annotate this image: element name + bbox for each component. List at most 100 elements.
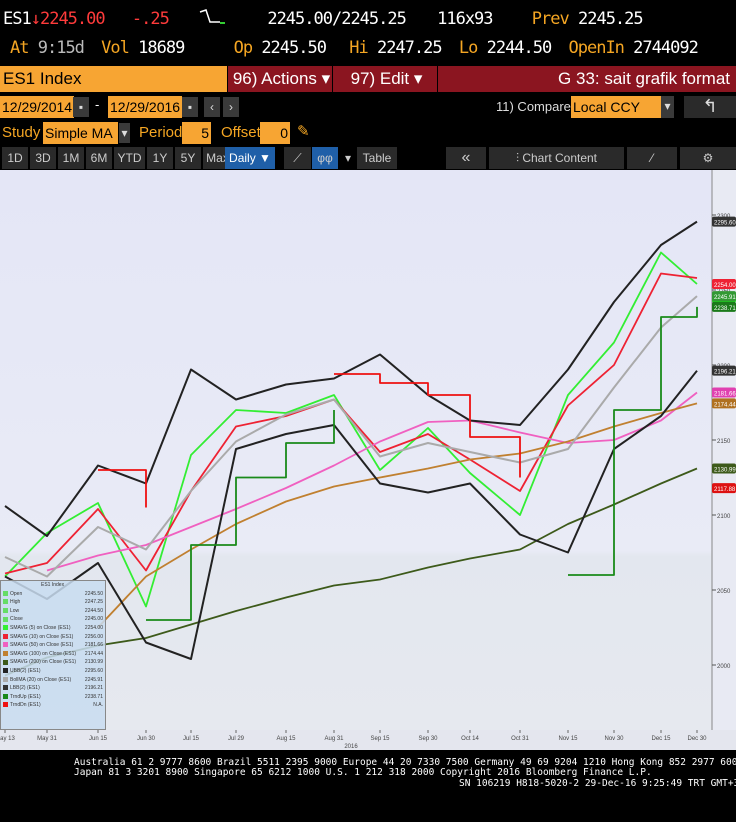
edit-menu[interactable]: 97) Edit ▾ — [333, 66, 437, 92]
legend-label: LBB(2) (ES1) — [10, 685, 40, 692]
legend-row[interactable]: SMAVG (5) on Close (ES1) 2254.00 — [1, 624, 105, 633]
x-tick-label: Aug 31 — [324, 736, 344, 742]
x-tick-label: Nov 30 — [604, 736, 624, 742]
x-tick-label: Jun 15 — [89, 736, 108, 742]
edit-label: 97) Edit — [350, 69, 410, 88]
back-arrow-icon[interactable]: ↰ — [684, 96, 736, 118]
low-label: Lo — [458, 38, 479, 58]
compare-label: 11) Compare — [496, 99, 571, 114]
period-button-3d[interactable]: 3D — [30, 147, 56, 169]
period-input[interactable]: 5 — [182, 122, 211, 144]
legend-value: 2181.66 — [84, 642, 103, 649]
chevron-down-icon[interactable]: ▾ — [119, 123, 130, 143]
legend-row[interactable]: SMAVG (50) on Close (ES1) 2181.66 — [1, 641, 105, 650]
legend-row[interactable]: SMAVG (100) on Close (ES1) 2174.44 — [1, 650, 105, 659]
legend-swatch — [3, 650, 8, 656]
line-chart-icon[interactable]: ⟋ — [284, 147, 311, 169]
x-tick-label: May 13 — [0, 736, 15, 742]
frequency-select[interactable]: Daily ▼ — [225, 147, 275, 169]
offset-label: Offset — [221, 124, 261, 141]
calendar-icon[interactable]: ▪ — [73, 97, 89, 117]
y-axis-area — [712, 170, 736, 730]
legend-swatch — [3, 685, 8, 691]
pencil-icon[interactable]: ✎ — [297, 122, 310, 140]
legend-row[interactable]: SMAVG (200) on Close (ES1) 2130.99 — [1, 658, 105, 667]
collapse-button[interactable]: « — [446, 147, 486, 169]
legend-swatch — [3, 642, 8, 648]
quote-line-1: ES1↓2245.00 -.25 2245.00/2245.25 116x93 … — [3, 8, 644, 29]
x-tick-label: Dec 30 — [687, 736, 707, 742]
price-tag-label: 2238.71 — [714, 306, 736, 312]
price-chart[interactable]: 2000205021002150220022502300May 13May 31… — [0, 170, 736, 750]
start-date-input[interactable]: 12/29/2014 — [0, 96, 75, 118]
x-tick-label: Sep 15 — [370, 736, 390, 742]
end-date-input[interactable]: 12/29/2016 — [108, 96, 183, 118]
table-button[interactable]: Table — [357, 147, 397, 169]
legend-row[interactable]: Open 2245.50 — [1, 590, 105, 599]
bid-ask: 2245.00/2245.25 — [267, 9, 407, 29]
period-button-ytd[interactable]: YTD — [114, 147, 145, 169]
period-button-5y[interactable]: 5Y — [175, 147, 201, 169]
y-tick-label: 2050 — [717, 589, 731, 595]
legend-value: 2130.99 — [84, 659, 103, 666]
annotate-icon[interactable]: ⁄ — [627, 147, 677, 169]
chevron-down-icon[interactable]: ▾ — [661, 96, 674, 118]
legend-swatch — [3, 607, 8, 613]
open-label: Op — [233, 38, 254, 58]
offset-input[interactable]: 0 — [260, 122, 290, 144]
legend-row[interactable]: BollMA (20) on Close (ES1) 2245.91 — [1, 676, 105, 685]
x-tick-label: Jun 30 — [137, 736, 156, 742]
price-tag-label: 2254.00 — [714, 283, 736, 289]
y-tick-label: 2150 — [717, 439, 731, 445]
legend-label: SMAVG (100) on Close (ES1) — [10, 650, 77, 657]
legend-row[interactable]: TrndDn (ES1) N.A. — [1, 701, 105, 710]
legend-row[interactable]: LBB(2) (ES1) 2196.21 — [1, 684, 105, 693]
legend-row[interactable]: Low 2244.50 — [1, 607, 105, 616]
legend-row[interactable]: TrndUp (ES1) 2238.71 — [1, 693, 105, 702]
period-button-1m[interactable]: 1M — [58, 147, 84, 169]
chart-content-button[interactable]: ⫶ Chart Content — [489, 147, 624, 169]
legend-label: BollMA (20) on Close (ES1) — [10, 676, 72, 683]
legend-row[interactable]: SMAVG (10) on Close (ES1) 2256.00 — [1, 633, 105, 642]
sparkline-icon — [198, 8, 228, 29]
legend-swatch — [3, 590, 8, 596]
prev-label: Prev — [531, 9, 570, 29]
chevron-down-icon[interactable]: ▾ — [340, 147, 356, 169]
next-arrow-icon[interactable]: › — [223, 97, 239, 117]
period-button-1d[interactable]: 1D — [2, 147, 28, 169]
period-button-6m[interactable]: 6M — [86, 147, 112, 169]
compare-select[interactable]: Local CCY — [571, 96, 661, 118]
x-year-label: 2016 — [344, 744, 358, 750]
price-tag-label: 2174.44 — [714, 402, 736, 408]
legend-label: SMAVG (200) on Close (ES1) — [10, 659, 77, 666]
gear-icon[interactable]: ⚙ — [680, 147, 736, 169]
price-tag-label: 2295.60 — [714, 221, 736, 227]
vol-label: Vol — [101, 38, 130, 58]
x-tick-label: Sep 30 — [418, 736, 438, 742]
legend-row[interactable]: UBB(2) (ES1) 2295.60 — [1, 667, 105, 676]
chart-legend[interactable]: ES1 Index Open 2245.50 High 2247.25 Low 2244.… — [0, 580, 106, 730]
x-tick-label: Nov 15 — [558, 736, 578, 742]
legend-value: 2295.60 — [84, 667, 103, 674]
legend-value: 2245.91 — [84, 676, 103, 683]
x-tick-label: Oct 14 — [461, 736, 479, 742]
legend-row[interactable]: High 2247.25 — [1, 598, 105, 607]
legend-title: ES1 Index — [41, 582, 65, 588]
legend-row[interactable]: Close 2245.00 — [1, 615, 105, 624]
legend-label: SMAVG (10) on Close (ES1) — [10, 633, 74, 640]
period-button-1y[interactable]: 1Y — [147, 147, 173, 169]
calendar-icon[interactable]: ▪ — [182, 97, 198, 117]
actions-menu[interactable]: 96) Actions ▾ — [228, 66, 332, 92]
candlestick-icon[interactable]: φφ — [312, 147, 338, 169]
legend-value: 2238.71 — [84, 693, 103, 700]
period-label: Period — [139, 124, 183, 141]
prev-arrow-icon[interactable]: ‹ — [204, 97, 220, 117]
y-tick-label: 2000 — [717, 664, 731, 670]
study-select[interactable]: Simple MA — [43, 122, 118, 144]
study-label: Study — [2, 124, 41, 141]
security-field[interactable]: ES1 Index — [0, 66, 227, 92]
legend-swatch — [3, 599, 8, 605]
legend-swatch — [3, 625, 8, 631]
footer-session: SN 106219 H818-5020-2 29-Dec-16 9:25:49 … — [459, 778, 736, 789]
low-value: 2244.50 — [486, 38, 553, 58]
